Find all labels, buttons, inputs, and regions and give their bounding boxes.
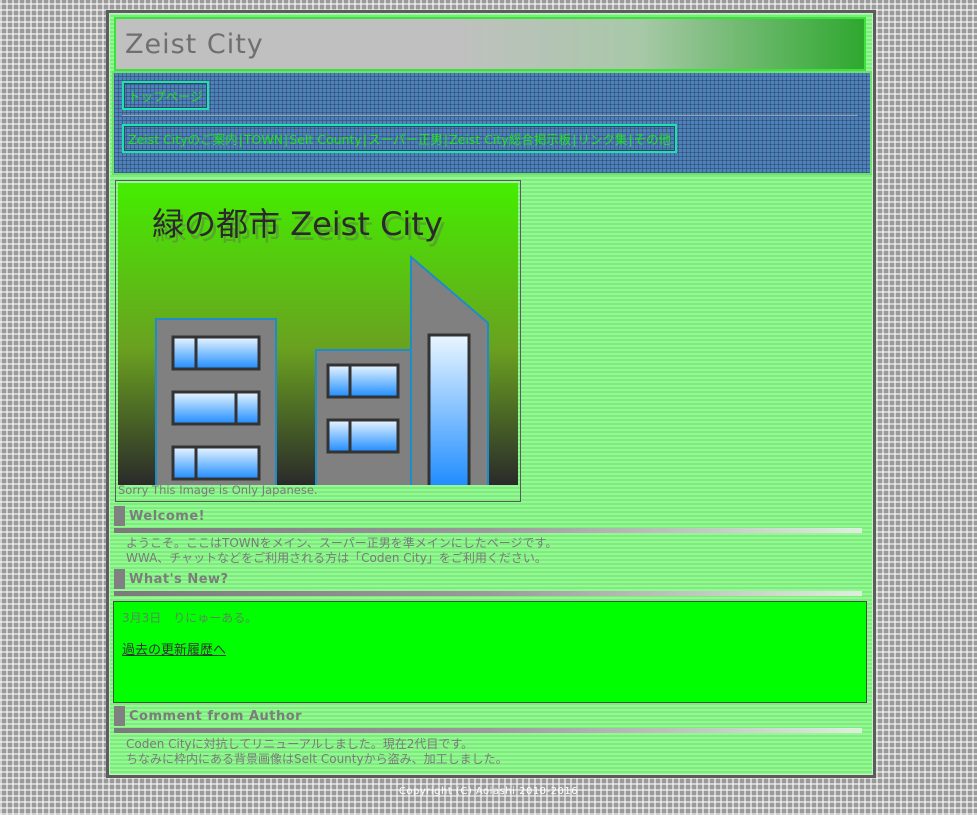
- welcome-line: ようこそ。ここはTOWNをメイン、スーパー正男を準メインにしたページです。: [126, 536, 558, 550]
- section-underline: [114, 728, 862, 733]
- nav-separator: |: [443, 132, 449, 147]
- nav-link-bbs[interactable]: Zeist City総合掲示板: [449, 132, 571, 147]
- section-marker: [114, 506, 125, 526]
- hero-heading: 緑の都市 Zeist City: [152, 205, 443, 243]
- section-marker: [114, 569, 125, 589]
- author-section-header: Comment from Author: [114, 706, 863, 736]
- nav-divider: [122, 115, 858, 116]
- welcome-line: WWA、チャットなどをご利用される方は「Coden City」をご利用ください。: [126, 551, 547, 565]
- section-underline: [114, 591, 862, 596]
- site-header: Zeist City: [114, 17, 866, 71]
- news-entry: 3月3日 りにゅーある。: [122, 611, 258, 625]
- nav-separator: |: [238, 132, 243, 147]
- building-middle: [315, 349, 412, 485]
- copyright: Copyright (C) Aoiashi 2010-2016: [398, 786, 579, 797]
- nav-link-other[interactable]: その他: [634, 132, 672, 147]
- nav-link-super-masao[interactable]: スーパー正男: [368, 132, 443, 147]
- nav-link-guide[interactable]: Zeist Cityのご案内: [128, 132, 238, 147]
- city-illustration: 緑の都市 Zeist City 緑の都市 Zeist City: [118, 183, 518, 485]
- section-underline: [114, 528, 862, 533]
- section-marker: [114, 706, 125, 726]
- hero-image-frame: 緑の都市 Zeist City 緑の都市 Zeist City Sorry Th…: [115, 180, 521, 502]
- navigation-bar: トップページ Zeist Cityのご案内|TOWN|Selt County|ス…: [112, 71, 872, 175]
- update-history-link[interactable]: 過去の更新履歴へ: [122, 639, 226, 658]
- author-line: ちなみに枠内にある背景画像はSelt Countyから盗み、加工しました。: [126, 752, 508, 766]
- nav-separator: |: [284, 132, 289, 147]
- nav-separator: |: [628, 132, 633, 147]
- nav-link-links[interactable]: リンク集: [577, 132, 627, 147]
- welcome-title: Welcome!: [129, 509, 206, 524]
- hero-caption: Sorry This Image is Only Japanese.: [118, 483, 318, 497]
- nav-link-town[interactable]: TOWN: [244, 132, 283, 147]
- author-line: Coden Cityに対抗してリニューアルしました。現在2代目です。: [126, 737, 474, 751]
- whats-new-title: What's New?: [129, 572, 229, 587]
- nav-separator: |: [362, 132, 367, 147]
- welcome-section-header: Welcome!: [114, 506, 863, 536]
- building-left: [155, 318, 277, 485]
- nav-separator: |: [572, 132, 577, 147]
- site-title: Zeist City: [125, 29, 264, 60]
- page-container: Zeist City トップページ Zeist Cityのご案内|TOWN|Se…: [106, 10, 876, 778]
- welcome-text: ようこそ。ここはTOWNをメイン、スーパー正男を準メインにしたページです。 WW…: [126, 536, 557, 566]
- whats-new-box: 3月3日 りにゅーある。 過去の更新履歴へ: [113, 601, 867, 703]
- author-title: Comment from Author: [129, 709, 303, 724]
- nav-menu: Zeist Cityのご案内|TOWN|Selt County|スーパー正男|Z…: [122, 124, 678, 153]
- nav-top-page-box: トップページ: [122, 81, 209, 110]
- nav-link-selt-county[interactable]: Selt County: [289, 132, 362, 147]
- whats-new-section-header: What's New?: [114, 569, 863, 599]
- nav-link-top-page[interactable]: トップページ: [128, 89, 203, 104]
- author-text: Coden Cityに対抗してリニューアルしました。現在2代目です。 ちなみに枠…: [126, 737, 508, 767]
